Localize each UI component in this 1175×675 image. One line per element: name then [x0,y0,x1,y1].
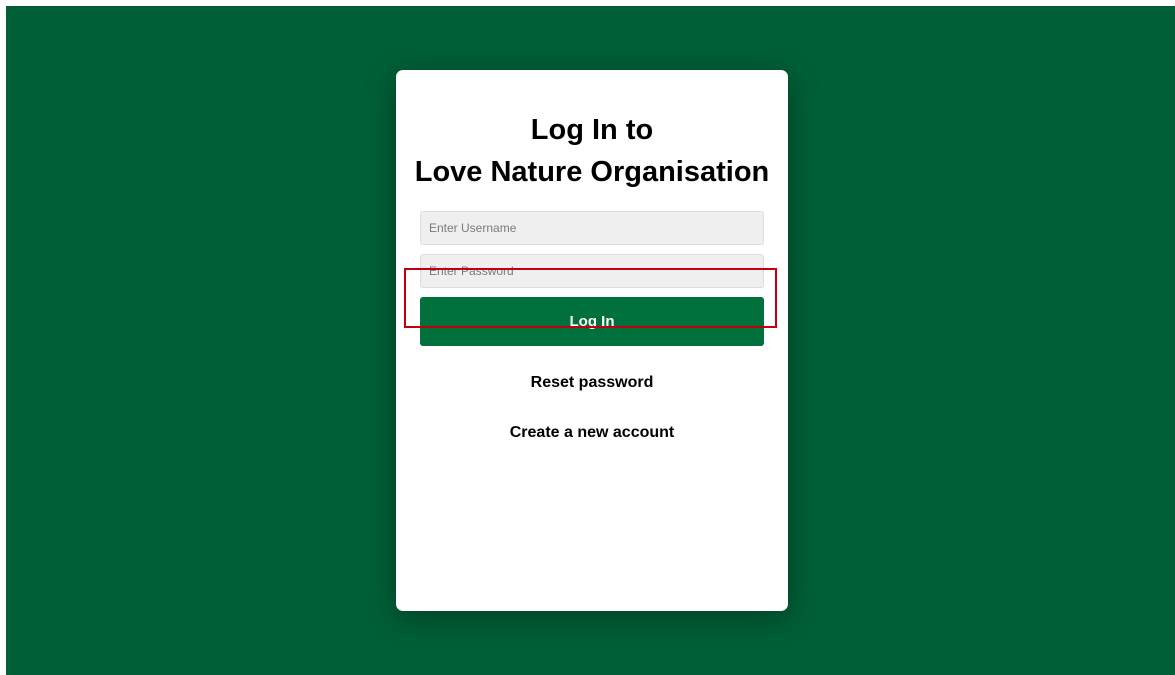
create-account-link[interactable]: Create a new account [396,424,788,442]
page-title: Log In to Love Nature Organisation [396,109,788,193]
title-line-1: Log In to [530,114,654,146]
password-input[interactable] [420,254,764,288]
username-input[interactable] [420,211,764,245]
login-button[interactable]: Log In [420,297,764,346]
title-line-2: Love Nature Organisation [414,156,770,188]
reset-password-link[interactable]: Reset password [396,374,788,392]
